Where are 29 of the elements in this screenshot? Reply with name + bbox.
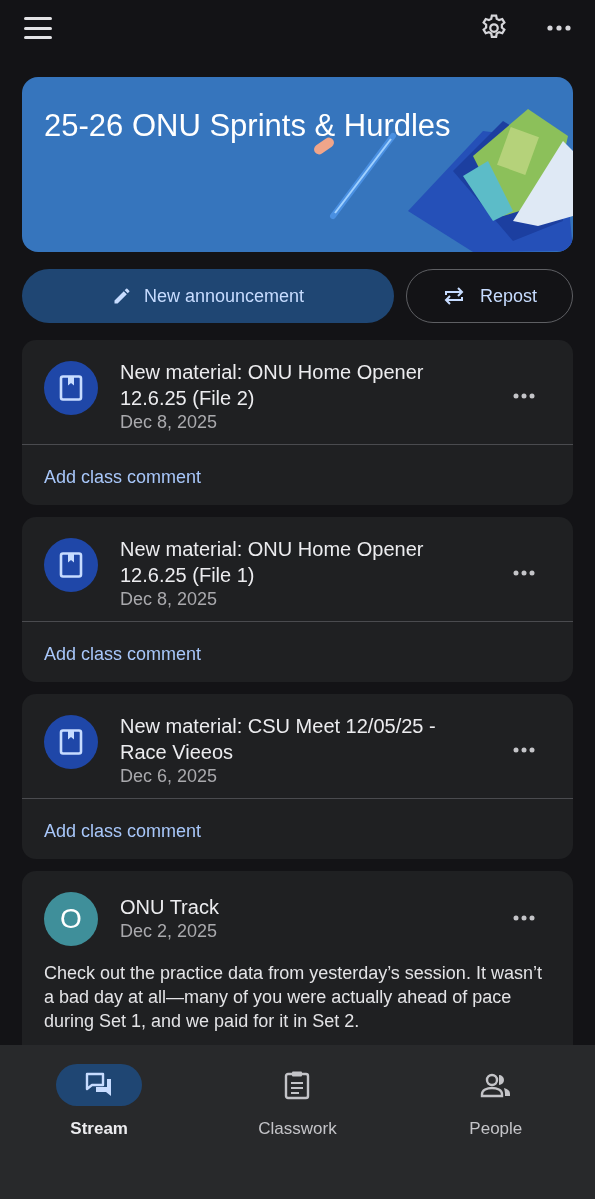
avatar-letter: O	[44, 892, 98, 946]
nav-tab[interactable]: Stream	[0, 1064, 199, 1144]
more-icon[interactable]	[513, 393, 535, 399]
people-icon	[479, 1072, 512, 1098]
book-icon	[59, 552, 83, 578]
post-date: Dec 8, 2025	[120, 411, 219, 433]
nav-tab[interactable]: People	[396, 1064, 595, 1144]
post-title: New material: CSU Meet 12/05/25 -Race Vieeos	[120, 714, 437, 765]
add-comment-link[interactable]: Add class comment	[44, 467, 202, 487]
more-icon[interactable]	[513, 570, 535, 576]
post-date: Dec 8, 2025	[120, 588, 219, 610]
more-icon[interactable]	[547, 24, 571, 32]
post-date: Dec 2, 2025	[120, 920, 219, 942]
clipboard-icon	[284, 1070, 311, 1100]
author-name: ONU Track	[120, 895, 220, 920]
add-comment-link[interactable]: Add class comment	[44, 821, 202, 841]
new-announcement-button[interactable]: New announcement	[22, 269, 394, 323]
book-icon	[59, 729, 83, 755]
add-comment-link[interactable]: Add class comment	[44, 644, 202, 664]
nav-tab[interactable]: Classwork	[198, 1064, 397, 1144]
menu-icon[interactable]	[24, 17, 52, 39]
class-title: 25-26 ONU Sprints & Hurdles	[43, 107, 452, 145]
more-icon[interactable]	[513, 915, 535, 921]
book-icon	[59, 375, 83, 401]
post-date: Dec 6, 2025	[120, 765, 219, 787]
post-title: New material: ONU Home Opener 12.6.25 (File 1)	[120, 537, 425, 588]
post-title: New material: ONU Home Opener 12.6.25 (File 2)	[120, 360, 425, 411]
post-body: Check out the practice data from yesterday’s session. It wasn’t a bad day at all—many of you were actually ahead of pace during Set 1, and we paid for it in Set 2.	[43, 962, 543, 1033]
more-icon[interactable]	[513, 747, 535, 753]
